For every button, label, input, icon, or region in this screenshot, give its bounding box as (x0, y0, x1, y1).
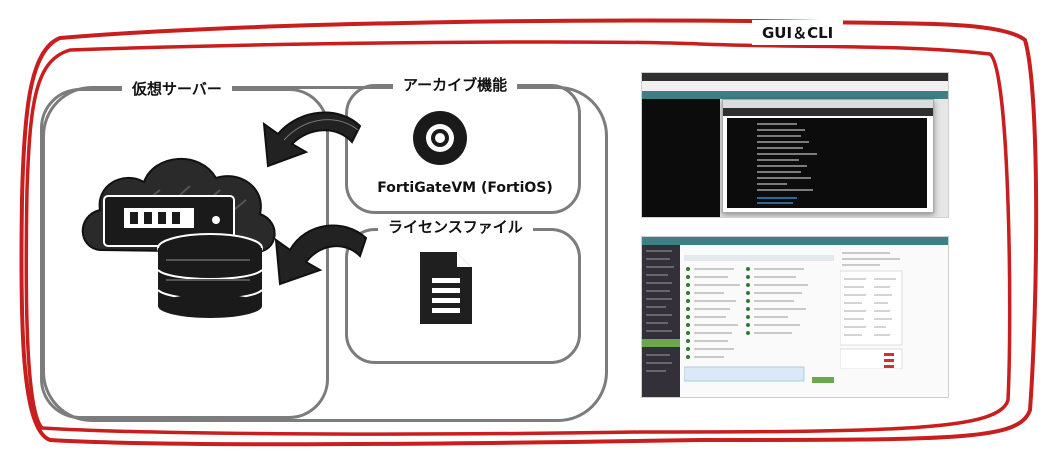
gui-table-lines (683, 255, 834, 382)
disc-icon (413, 111, 467, 165)
gui-screenshot-sidebar (642, 245, 680, 397)
document-icon (420, 252, 472, 324)
cli-screenshot-bg-console (642, 99, 720, 217)
gui-apply-button (812, 377, 834, 383)
cli-screenshot (641, 72, 949, 218)
virtual-server-label: 仮想サーバー (122, 76, 232, 101)
gui-screenshot (641, 236, 949, 398)
archive-label: アーカイブ機能 (393, 72, 518, 97)
gui-side-panel-lines (839, 252, 903, 370)
gui-main-table (683, 249, 834, 391)
gui-screenshot-header (642, 237, 948, 245)
cli-console-lines (757, 123, 817, 204)
gui-side-panel (839, 249, 944, 370)
cloud-server-icon (81, 157, 276, 318)
cli-popup-window (722, 99, 934, 213)
cli-popup-toolbar (723, 108, 933, 116)
cli-screenshot-topbar (642, 73, 948, 81)
cli-console (727, 118, 927, 208)
cli-screenshot-header (642, 91, 948, 99)
gui-sidebar-items (642, 250, 680, 372)
cli-popup-titlebar (723, 100, 933, 108)
license-label: ライセンスファイル (378, 214, 533, 239)
archive-product-label: FortiGateVM (FortiOS) (377, 180, 553, 196)
gui-cli-label: GUI＆CLI (752, 20, 844, 45)
